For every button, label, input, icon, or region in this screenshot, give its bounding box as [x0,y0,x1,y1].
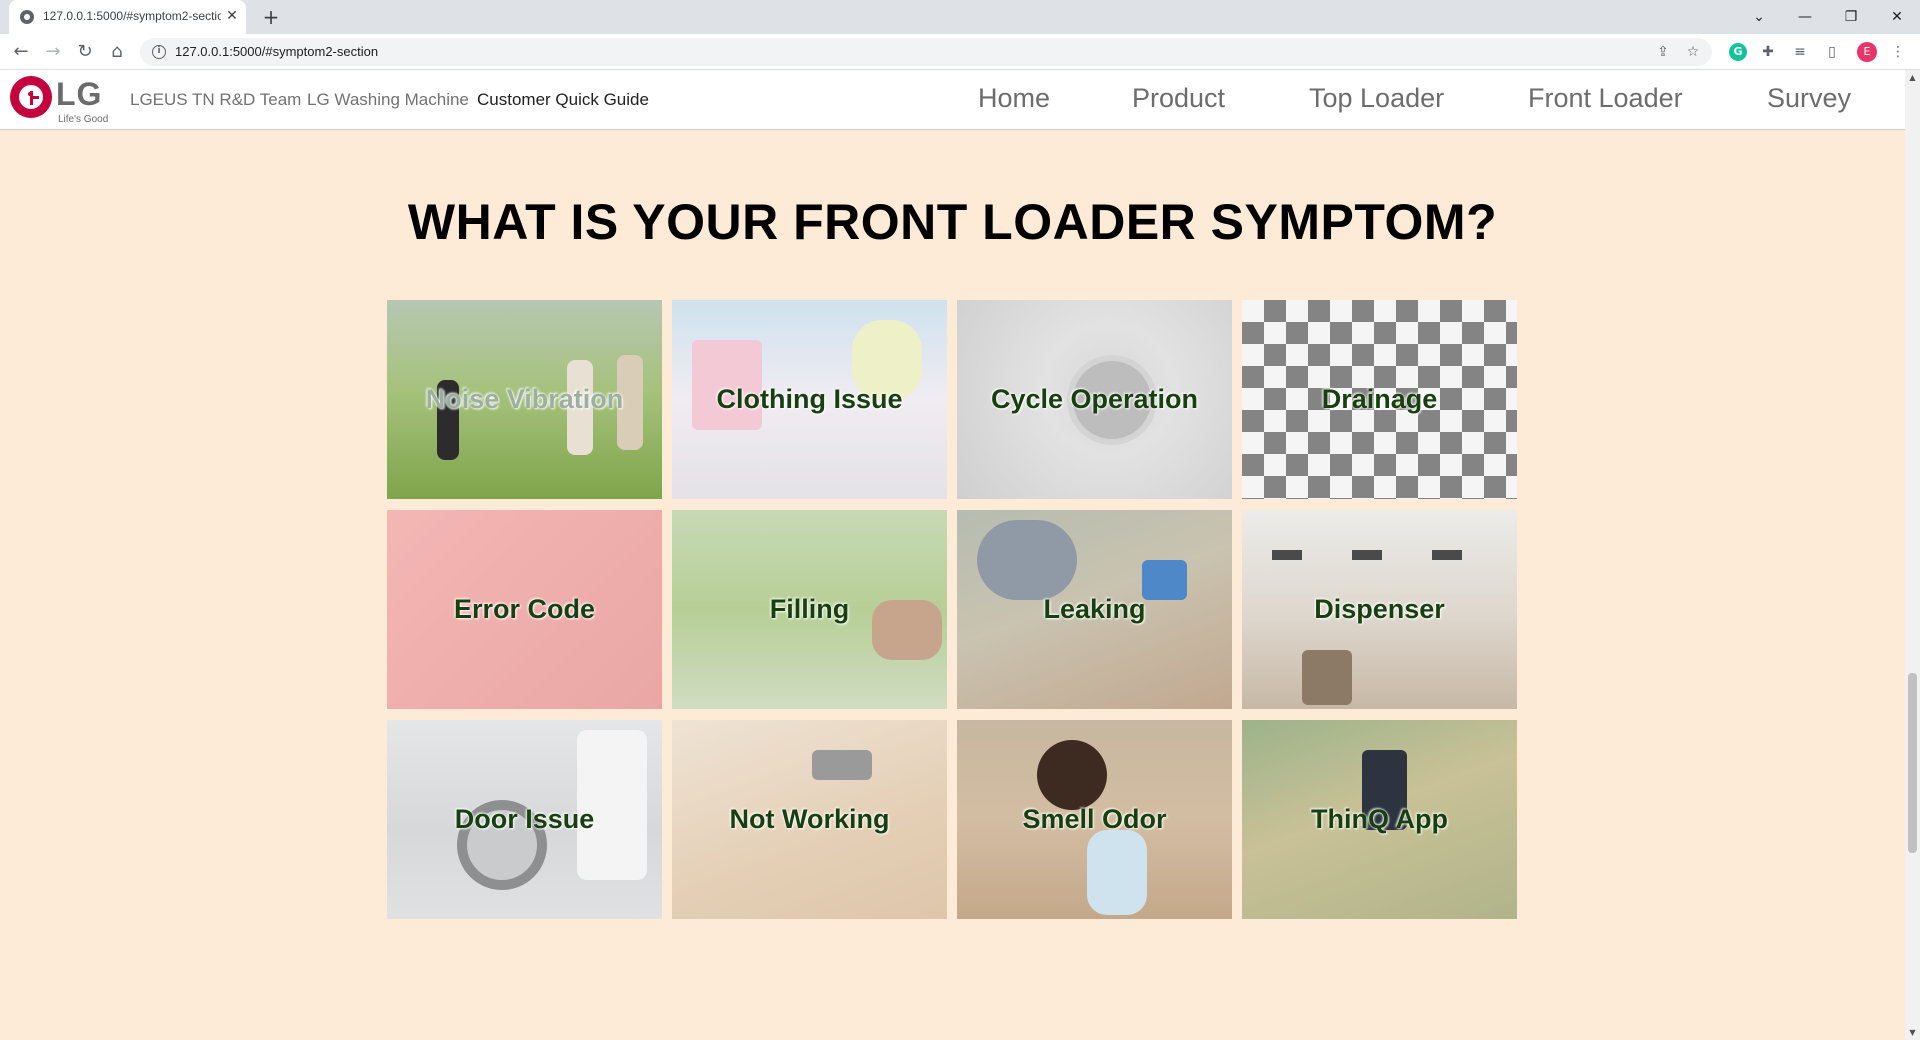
tile-thinq-app[interactable]: ThinQ App [1242,720,1517,919]
url-text[interactable]: 127.0.0.1:5000/#symptom2-section [175,44,378,59]
tile-label: Not Working [729,804,890,834]
tile-label: Noise Vibration [425,384,624,414]
page-viewport: LG Life's Good LGEUS TN R&D Team LG Wash… [0,70,1905,1040]
tile-drainage[interactable]: Drainage [1242,300,1517,499]
menu-kebab-icon[interactable]: ⋮ [1886,40,1910,64]
minimize-button[interactable]: — [1782,4,1828,30]
tile-label: Filling [769,594,850,624]
nav-survey[interactable]: Survey [1767,83,1851,114]
tile-label: Error Code [453,594,596,624]
browser-toolbar: ← → ↻ ⌂ i 127.0.0.1:5000/#symptom2-secti… [0,34,1920,70]
tab-search-icon[interactable]: ⌄ [1736,4,1782,30]
forward-arrow-icon[interactable]: → [40,39,66,65]
close-window-button[interactable]: ✕ [1874,4,1920,30]
grammarly-icon[interactable]: G [1729,43,1747,61]
profile-avatar[interactable]: E [1857,42,1877,62]
reading-list-icon[interactable]: ≡ [1788,40,1812,64]
tile-cycle-operation[interactable]: Cycle Operation [957,300,1232,499]
tile-door-issue[interactable]: Door Issue [387,720,662,919]
lg-tagline: Life's Good [58,114,109,125]
new-tab-button[interactable]: + [260,6,282,28]
tile-label: Drainage [1321,384,1438,414]
tile-label: Dispenser [1314,594,1445,624]
tile-smell-odor[interactable]: Smell Odor [957,720,1232,919]
tile-label: ThinQ App [1311,804,1448,834]
nav-product[interactable]: Product [1132,83,1225,114]
star-icon[interactable]: ☆ [1682,41,1704,63]
lg-logo-icon[interactable] [10,76,52,118]
scroll-up-arrow-icon[interactable]: ▲ [1905,70,1920,85]
tab-close-icon[interactable]: ✕ [223,7,241,25]
nav-front-loader[interactable]: Front Loader [1528,83,1683,114]
tile-dispenser[interactable]: Dispenser [1242,510,1517,709]
tile-label: Cycle Operation [990,384,1199,414]
tile-not-working[interactable]: Not Working [672,720,947,919]
section-title: WHAT IS YOUR FRONT LOADER SYMPTOM? [407,194,1498,250]
lg-wordmark[interactable]: LG [56,76,102,113]
address-bar[interactable]: i 127.0.0.1:5000/#symptom2-section ⇪ ☆ [140,38,1712,66]
nav-home[interactable]: Home [978,83,1050,114]
site-navbar: LG Life's Good LGEUS TN R&D Team LG Wash… [0,70,1905,130]
back-arrow-icon[interactable]: ← [8,39,34,65]
tile-label: Clothing Issue [716,384,903,414]
globe-icon [20,10,34,24]
restore-button[interactable]: ❐ [1828,4,1874,30]
extensions-puzzle-icon[interactable]: ✚ [1756,40,1780,64]
home-icon[interactable]: ⌂ [104,39,130,65]
reload-icon[interactable]: ↻ [72,39,98,65]
tile-leaking[interactable]: Leaking [957,510,1232,709]
tile-noise-vibration[interactable]: Noise Vibration [387,300,662,499]
tile-label: Door Issue [454,804,595,834]
share-icon[interactable]: ⇪ [1652,41,1674,63]
tile-label: Smell Odor [1022,804,1167,834]
tile-error-code[interactable]: Error Code [387,510,662,709]
side-panel-icon[interactable]: ▯ [1820,40,1844,64]
browser-tab-bar: 127.0.0.1:5000/#symptom2-section ✕ + ⌄ —… [0,0,1920,34]
browser-tab[interactable]: 127.0.0.1:5000/#symptom2-section ✕ [9,0,246,34]
tab-title: 127.0.0.1:5000/#symptom2-section [43,9,221,23]
nav-link-quick-guide[interactable]: Customer Quick Guide [477,90,649,110]
info-icon[interactable]: i [152,45,166,59]
scroll-down-arrow-icon[interactable]: ▼ [1905,1025,1920,1040]
tile-label: Leaking [1043,594,1146,624]
tile-clothing-issue[interactable]: Clothing Issue [672,300,947,499]
tile-filling[interactable]: Filling [672,510,947,709]
page-scrollbar[interactable]: ▲ ▼ [1905,70,1920,1040]
nav-link-washing-machine[interactable]: LG Washing Machine [307,90,469,110]
scrollbar-thumb[interactable] [1908,673,1917,853]
nav-top-loader[interactable]: Top Loader [1309,83,1444,114]
nav-link-team[interactable]: LGEUS TN R&D Team [130,90,301,110]
